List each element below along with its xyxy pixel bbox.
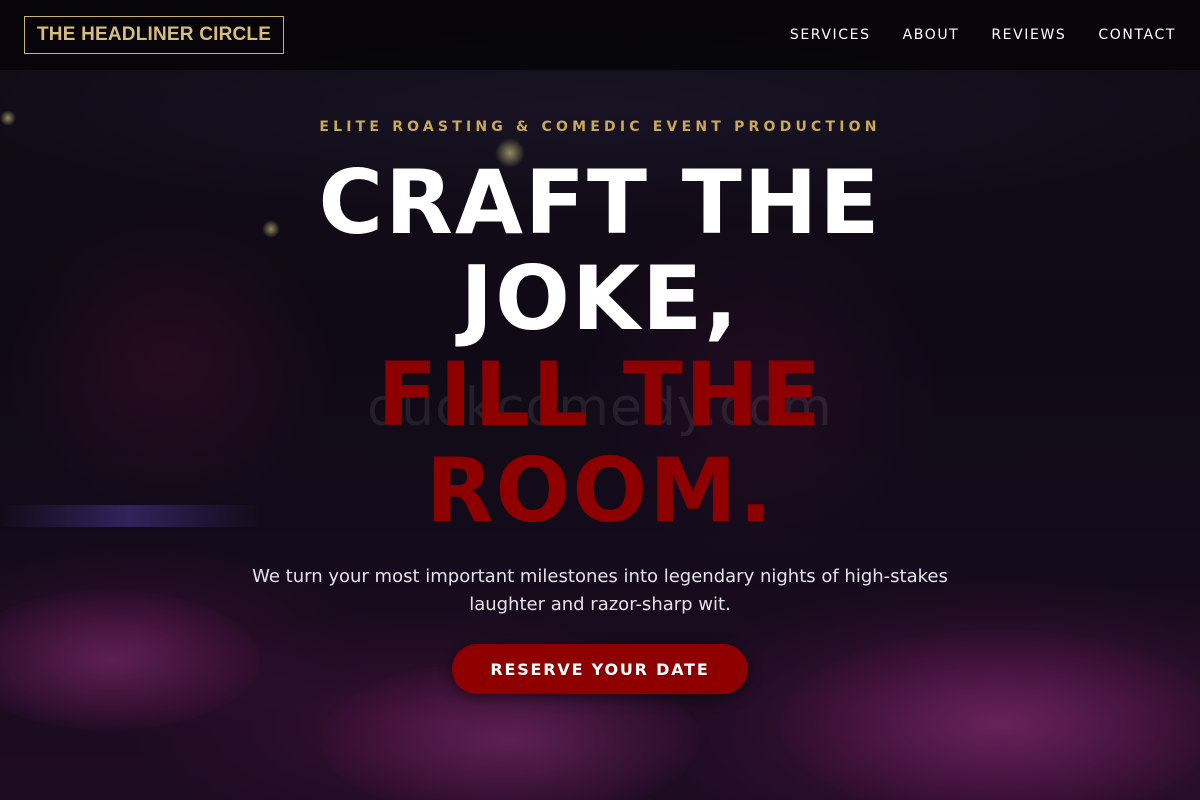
- headline-red-part: FILL THE ROOM.: [377, 343, 823, 542]
- main-nav: SERVICES ABOUT REVIEWS CONTACT: [790, 0, 1176, 70]
- nav-link-services[interactable]: SERVICES: [790, 27, 871, 43]
- hero-eyebrow: ELITE ROASTING & COMEDIC EVENT PRODUCTIO…: [319, 119, 881, 135]
- landing-page: duckcomedy.com THE HEADLINER CIRCLE SERV…: [0, 0, 1200, 800]
- site-logo[interactable]: THE HEADLINER CIRCLE: [24, 16, 285, 54]
- site-header: THE HEADLINER CIRCLE SERVICES ABOUT REVI…: [0, 0, 1200, 70]
- hero-headline: CRAFT THE JOKE, FILL THE ROOM.: [200, 155, 1000, 539]
- nav-link-about[interactable]: ABOUT: [903, 27, 960, 43]
- nav-link-contact[interactable]: CONTACT: [1098, 27, 1176, 43]
- nav-link-reviews[interactable]: REVIEWS: [991, 27, 1066, 43]
- reserve-date-button[interactable]: RESERVE YOUR DATE: [452, 644, 748, 694]
- hero-subtitle: We turn your most important milestones i…: [252, 566, 948, 615]
- headline-white-part: CRAFT THE JOKE,: [318, 151, 882, 350]
